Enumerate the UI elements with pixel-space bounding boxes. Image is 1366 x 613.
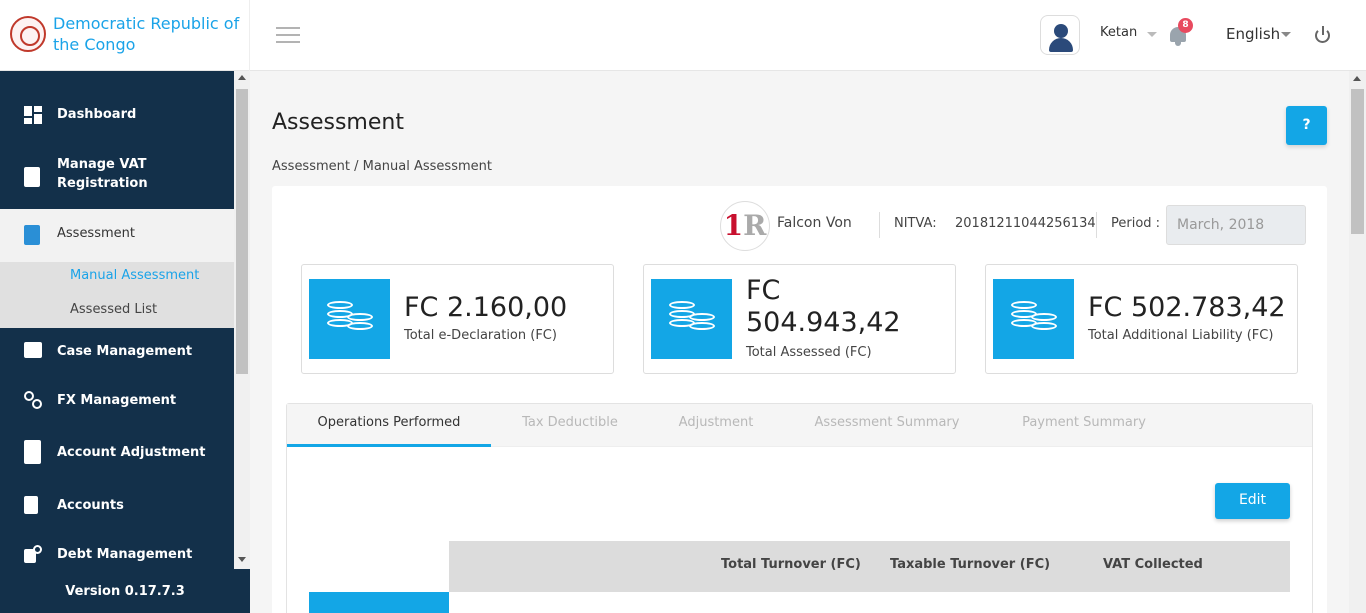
sidebar-item-dashboard[interactable]: Dashboard [0, 100, 234, 130]
assessment-submenu: Manual Assessment Assessed List [0, 262, 234, 328]
row-label-tile [309, 592, 449, 613]
calculator-icon [24, 440, 41, 464]
page-title: Assessment [272, 110, 404, 135]
app-version: Version 0.17.7.3 [0, 571, 250, 613]
sidebar-item-accounts[interactable]: Accounts [0, 494, 234, 518]
submenu-item-manual-assessment[interactable]: Manual Assessment [70, 268, 199, 283]
nitva-label: NITVA: [894, 216, 937, 231]
sidebar-item-debt-management[interactable]: Debt Management [0, 543, 234, 567]
language-chevron-down-icon[interactable] [1281, 32, 1291, 37]
debt-icon [24, 545, 42, 563]
receipt-icon [24, 496, 38, 514]
brand[interactable]: Democratic Republic of the Congo [0, 0, 250, 71]
divider [879, 212, 880, 238]
stat-card-total-e-declaration: FC 2.160,00 Total e-Declaration (FC) [301, 264, 614, 374]
column-header-vat-collected: VAT Collected [1103, 557, 1203, 572]
clipboard-icon [24, 167, 40, 187]
edit-button[interactable]: Edit [1215, 483, 1290, 519]
user-avatar[interactable] [1040, 15, 1080, 55]
folder-icon [24, 342, 42, 358]
company-logo: 1R [720, 201, 770, 251]
sidebar-scrollbar[interactable] [234, 71, 250, 569]
power-icon[interactable] [1314, 26, 1332, 44]
sidebar-item-label: Case Management [57, 344, 193, 359]
username[interactable]: Ketan [1100, 25, 1137, 40]
sidebar-item-fx-management[interactable]: FX Management [0, 389, 234, 413]
stat-amount: FC 2.160,00 [404, 292, 568, 323]
period-label: Period : [1111, 216, 1161, 231]
breadcrumb: Assessment / Manual Assessment [272, 159, 492, 174]
sidebar-item-label: Manage VAT Registration [57, 157, 148, 191]
stat-card-total-assessed: FC 504.943,42 Total Assessed (FC) [643, 264, 956, 374]
notification-badge: 8 [1178, 18, 1193, 33]
document-search-icon [24, 225, 40, 245]
coins-icon [651, 279, 732, 359]
stat-amount: FC 504.943,42 [746, 275, 901, 338]
stat-caption: Total Additional Liability (FC) [1088, 328, 1274, 343]
nitva-value: 20181211044256134 [955, 216, 1096, 231]
tab-payment-summary[interactable]: Payment Summary [1002, 404, 1166, 447]
divider [1096, 212, 1097, 238]
tab-tax-deductible[interactable]: Tax Deductible [503, 404, 637, 447]
sidebar-item-label: Accounts [57, 498, 124, 513]
period-field[interactable]: March, 2018 [1166, 205, 1306, 245]
coins-icon [309, 279, 390, 359]
sidebar-item-label: Account Adjustment [57, 445, 206, 460]
sidebar-item-label: FX Management [57, 393, 177, 408]
sidebar-item-case-management[interactable]: Case Management [0, 340, 234, 364]
user-menu-chevron-down-icon[interactable] [1147, 32, 1157, 37]
language-select[interactable]: English [1226, 25, 1280, 43]
column-header-taxable-turnover: Taxable Turnover (FC) [890, 557, 1051, 572]
sidebar-item-label: Debt Management [57, 547, 193, 562]
tab-assessment-summary[interactable]: Assessment Summary [797, 404, 977, 447]
stat-caption: Total Assessed (FC) [746, 345, 872, 360]
main-scrollbar[interactable] [1349, 71, 1366, 613]
sidebar-item-label: Dashboard [57, 107, 137, 122]
taxpayer-name: Falcon Von [777, 215, 852, 231]
stat-card-total-additional-liability: FC 502.783,42 Total Additional Liability… [985, 264, 1298, 374]
table-header: Total Turnover (FC) Taxable Turnover (FC… [449, 541, 1290, 592]
currency-exchange-icon [24, 391, 42, 409]
tab-operations-performed[interactable]: Operations Performed [287, 404, 491, 447]
sidebar-item-manage-vat-registration[interactable]: Manage VAT Registration [0, 154, 234, 196]
help-button[interactable]: ? [1286, 106, 1327, 145]
brand-name: Democratic Republic of the Congo [53, 14, 240, 54]
coat-of-arms-logo [10, 16, 46, 52]
top-header: Democratic Republic of the Congo Ketan 8… [0, 0, 1366, 71]
dashboard-icon [24, 106, 42, 124]
tab-adjustment[interactable]: Adjustment [657, 404, 775, 447]
sidebar-item-assessment[interactable]: Assessment [0, 209, 234, 262]
menu-toggle-icon[interactable] [276, 27, 300, 45]
submenu-item-assessed-list[interactable]: Assessed List [70, 302, 157, 317]
sidebar-item-label: Assessment [57, 226, 135, 241]
coins-icon [993, 279, 1074, 359]
sidebar-item-account-adjustment[interactable]: Account Adjustment [0, 440, 234, 466]
stat-amount: FC 502.783,42 [1088, 292, 1286, 323]
column-header-total-turnover: Total Turnover (FC) [721, 557, 861, 572]
tab-bar: Operations Performed Tax Deductible Adju… [287, 404, 1312, 447]
stat-caption: Total e-Declaration (FC) [404, 328, 557, 343]
